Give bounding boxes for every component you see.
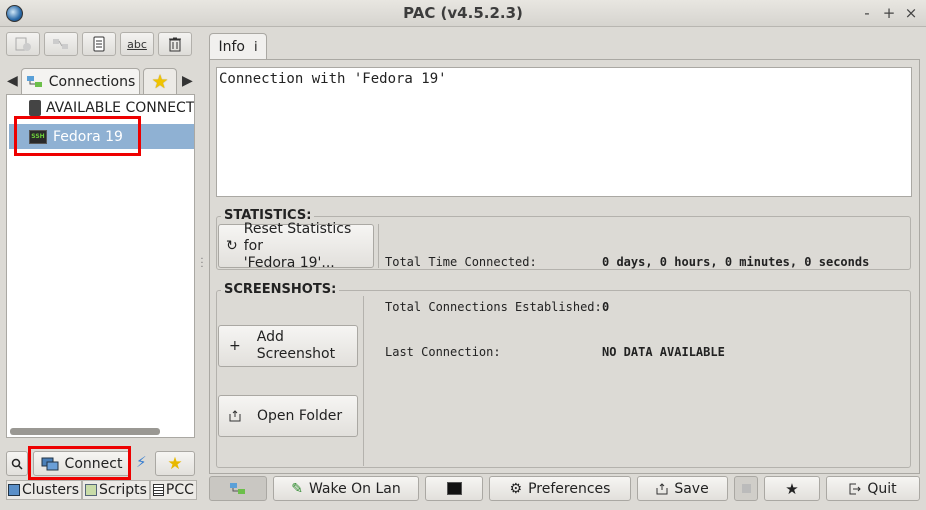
connection-tree[interactable]: AVAILABLE CONNECT SSH Fedora 19 bbox=[6, 94, 195, 438]
trash-icon bbox=[169, 37, 181, 52]
preferences-label: Preferences bbox=[528, 480, 611, 497]
lock-button[interactable] bbox=[734, 476, 758, 501]
favourite-star-icon: ★ bbox=[167, 453, 183, 474]
add-group-icon bbox=[53, 39, 68, 49]
star-icon: ★ bbox=[151, 71, 169, 93]
window-title: PAC (v4.5.2.3) bbox=[403, 4, 523, 22]
tab-connections[interactable]: Connections bbox=[21, 68, 140, 95]
wake-on-lan-button[interactable]: ✎ Wake On Lan bbox=[273, 476, 419, 501]
tab-info-label: Info bbox=[218, 39, 245, 55]
clusters-icon bbox=[8, 484, 20, 496]
wake-on-lan-label: Wake On Lan bbox=[308, 480, 401, 497]
screenshots-divider bbox=[363, 296, 364, 466]
statistics-divider bbox=[378, 224, 379, 268]
connections-icon bbox=[26, 76, 42, 87]
open-folder-button[interactable]: Open Folder bbox=[218, 395, 358, 437]
screenshots-label: SCREENSHOTS: bbox=[221, 282, 340, 297]
add-line-1: Add bbox=[256, 329, 284, 345]
reset-line-1: Reset Statistics for bbox=[243, 220, 352, 254]
tree-horizontal-scrollbar[interactable] bbox=[10, 428, 160, 435]
gear-icon: ⚙ bbox=[509, 480, 523, 497]
terminal-window-icon bbox=[446, 482, 462, 495]
reset-line-2: 'Fedora 19'... bbox=[243, 254, 335, 271]
delete-button[interactable] bbox=[158, 32, 192, 56]
tab-scroll-right-icon[interactable]: ▶ bbox=[182, 73, 193, 89]
refresh-icon: ↻ bbox=[226, 238, 238, 254]
tab-pcc[interactable]: PCC bbox=[149, 480, 197, 500]
save-button[interactable]: Save bbox=[637, 476, 728, 501]
tab-clusters-label: Clusters bbox=[22, 482, 79, 498]
plus-icon: + bbox=[229, 338, 241, 354]
tree-item-label: Fedora 19 bbox=[53, 128, 123, 145]
folder-open-icon bbox=[229, 410, 241, 422]
save-icon bbox=[656, 482, 668, 494]
tab-favourites[interactable]: ★ bbox=[143, 68, 177, 95]
search-button[interactable] bbox=[6, 451, 28, 476]
add-favourite-button[interactable]: ★ bbox=[155, 451, 195, 476]
quick-connect-icon[interactable]: ⚡ bbox=[136, 453, 147, 471]
tab-scroll-left-icon[interactable]: ◀ bbox=[7, 73, 18, 89]
favourite-button[interactable]: ★ bbox=[764, 476, 820, 501]
scripts-icon bbox=[84, 484, 97, 496]
rename-button[interactable]: abc bbox=[120, 32, 154, 56]
lock-icon bbox=[741, 484, 751, 493]
pane-splitter-handle[interactable]: · · · bbox=[200, 255, 204, 273]
add-group-button[interactable] bbox=[44, 32, 78, 56]
left-bottom-tabs: Clusters Scripts PCC bbox=[6, 480, 197, 500]
stat-value-total-time: 0 days, 0 hours, 0 minutes, 0 seconds bbox=[602, 255, 870, 269]
quit-button[interactable]: Quit bbox=[826, 476, 920, 501]
abc-rename-icon: abc bbox=[127, 37, 147, 51]
add-screenshot-button[interactable]: + Add Screenshot bbox=[218, 325, 358, 367]
tree-root-label: AVAILABLE CONNECT bbox=[46, 100, 195, 116]
pcc-icon bbox=[152, 484, 164, 496]
ssh-icon: SSH bbox=[29, 129, 47, 144]
description-textarea[interactable]: Connection with 'Fedora 19' bbox=[216, 67, 912, 197]
terminal-button[interactable] bbox=[425, 476, 483, 501]
maximize-button[interactable]: + bbox=[880, 4, 898, 22]
tab-connections-label: Connections bbox=[48, 74, 136, 90]
minimize-button[interactable]: - bbox=[858, 4, 876, 22]
add-node-button[interactable] bbox=[6, 32, 40, 56]
tree-toggle-icon bbox=[230, 482, 245, 494]
info-icon: i bbox=[253, 39, 258, 55]
add-node-icon bbox=[15, 37, 31, 51]
star-outline-icon: ★ bbox=[785, 479, 799, 498]
quit-icon bbox=[849, 483, 862, 494]
connect-icon bbox=[41, 457, 59, 470]
close-button[interactable]: × bbox=[902, 4, 920, 22]
tab-scripts-label: Scripts bbox=[98, 482, 147, 498]
tab-scripts[interactable]: Scripts bbox=[81, 480, 150, 500]
description-text: Connection with 'Fedora 19' bbox=[219, 71, 447, 87]
open-folder-label: Open Folder bbox=[257, 408, 343, 424]
document-icon bbox=[93, 36, 105, 52]
tab-info[interactable]: Info i bbox=[209, 33, 267, 60]
tab-clusters[interactable]: Clusters bbox=[6, 480, 82, 500]
tree-root-row[interactable]: AVAILABLE CONNECT bbox=[7, 98, 195, 118]
connect-button[interactable]: Connect bbox=[33, 451, 130, 476]
connect-label: Connect bbox=[64, 455, 123, 472]
add-line-2: Screenshot bbox=[256, 346, 336, 362]
preferences-button[interactable]: ⚙ Preferences bbox=[489, 476, 631, 501]
stat-key-total-time: Total Time Connected: bbox=[385, 255, 537, 269]
save-label: Save bbox=[674, 480, 709, 497]
tab-pcc-label: PCC bbox=[165, 482, 194, 498]
wake-on-lan-icon: ✎ bbox=[291, 480, 303, 497]
search-icon bbox=[11, 458, 23, 470]
reset-statistics-button[interactable]: ↻ Reset Statistics for 'Fedora 19'... bbox=[218, 220, 374, 271]
quit-label: Quit bbox=[867, 480, 897, 497]
terminal-icon bbox=[29, 100, 41, 116]
edit-button[interactable] bbox=[82, 32, 116, 56]
tree-item-fedora-19[interactable]: SSH Fedora 19 bbox=[9, 124, 194, 149]
toggle-tree-button[interactable] bbox=[209, 476, 267, 501]
screenshots-frame bbox=[216, 290, 911, 468]
